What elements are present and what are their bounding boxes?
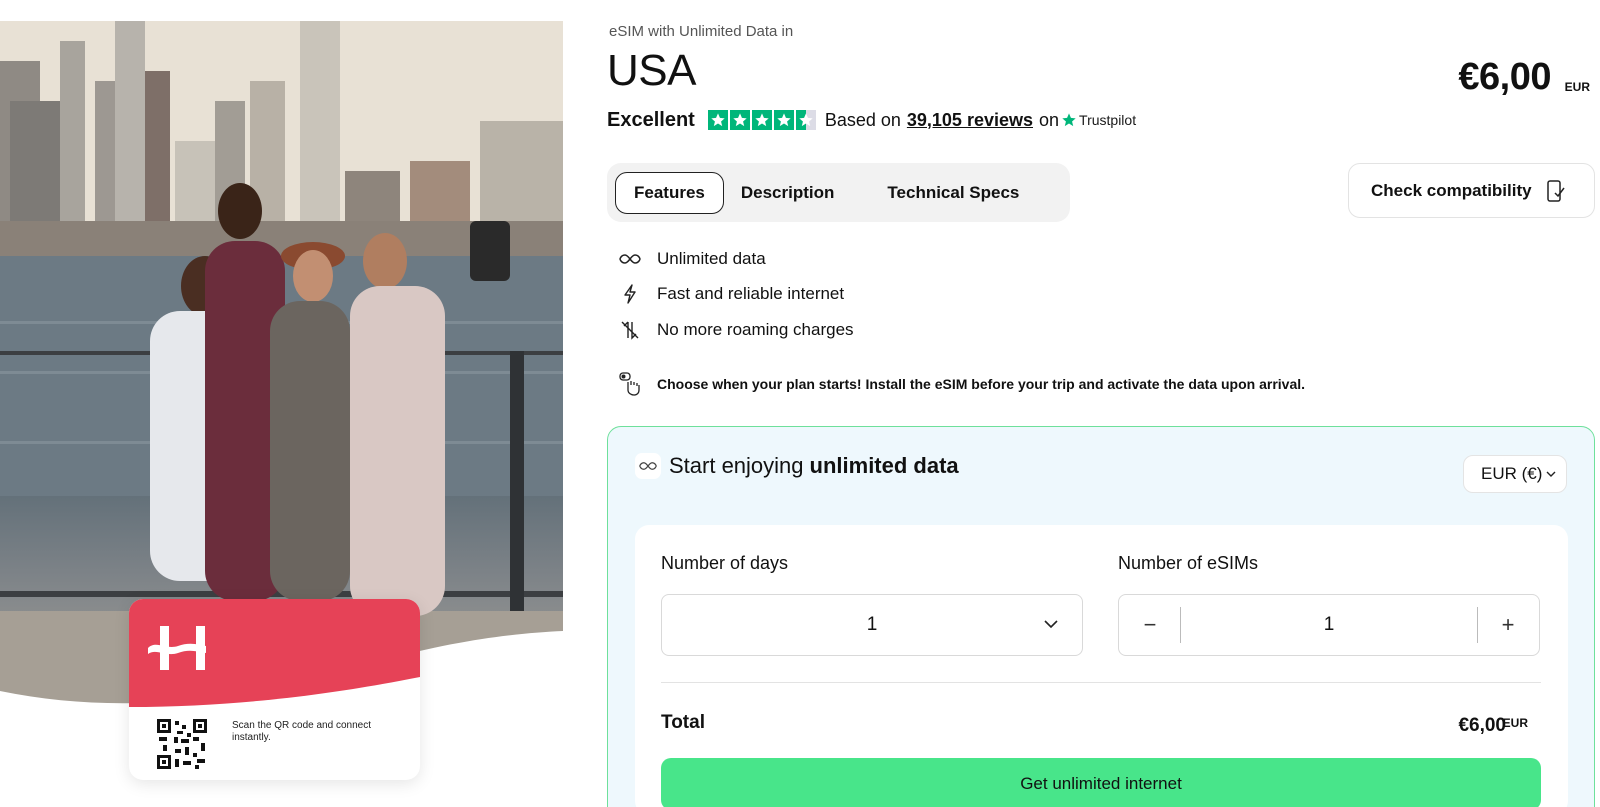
total-value: €6,00: [1458, 715, 1506, 736]
trustpilot-label: Trustpilot: [1079, 112, 1137, 128]
infinity-icon: [619, 253, 641, 264]
tab-features[interactable]: Features: [615, 171, 724, 214]
total-label: Total: [661, 712, 705, 733]
divider: [661, 682, 1541, 683]
star-icon: [773, 110, 794, 130]
price-currency: EUR: [1564, 80, 1590, 94]
star-icon: [707, 110, 728, 130]
product-tabs: Features Description Technical Specs: [607, 163, 1070, 222]
no-roaming-icon: [621, 321, 639, 340]
chevron-down-icon: [1044, 620, 1058, 629]
esims-stepper: − 1 +: [1118, 594, 1540, 656]
product-subtitle: eSIM with Unlimited Data in: [609, 23, 794, 40]
currency-select-value: EUR (€): [1481, 464, 1543, 483]
days-label: Number of days: [661, 553, 789, 573]
half-star-icon: [795, 110, 816, 130]
feature-item: No more roaming charges: [617, 312, 854, 348]
qr-instruction-text: Scan the QR code and connect instantly.: [232, 720, 371, 743]
star-icon: [751, 110, 772, 130]
total-currency: EUR: [1502, 716, 1528, 730]
tab-description[interactable]: Description: [741, 172, 835, 214]
currency-select[interactable]: EUR (€): [1463, 455, 1567, 493]
chevron-down-icon: [1546, 471, 1556, 477]
reviews-link[interactable]: 39,105 reviews: [907, 110, 1033, 131]
feature-label: Fast and reliable internet: [657, 284, 845, 304]
decrement-button[interactable]: −: [1119, 595, 1181, 655]
feature-label: No more roaming charges: [657, 319, 854, 339]
product-price: €6,00: [1458, 56, 1551, 98]
holafly-logo-icon: [148, 626, 206, 670]
rating-on: on: [1039, 109, 1060, 130]
purchase-heading-prefix: Start enjoying: [669, 453, 804, 478]
rating-label: Excellent: [607, 108, 695, 131]
tab-technical-specs[interactable]: Technical Specs: [887, 172, 1019, 214]
feature-list: Unlimited data Fast and reliable interne…: [617, 241, 854, 348]
infinity-icon: [639, 462, 657, 470]
esims-label: Number of eSIMs: [1118, 553, 1259, 573]
activation-notice: Choose when your plan starts! Install th…: [617, 372, 1305, 396]
days-select-value: 1: [866, 614, 878, 635]
lightning-icon: [624, 284, 636, 304]
increment-button[interactable]: +: [1477, 595, 1539, 655]
qr-code-icon: [157, 719, 207, 769]
plus-icon: +: [1501, 612, 1515, 637]
trustpilot-star-icon: [1062, 113, 1076, 127]
phone-check-icon: [1546, 179, 1565, 202]
hero-section: Scan the QR code and connect instantly.: [0, 21, 563, 780]
purchase-panel: Start enjoying unlimited data EUR (€) Nu…: [607, 426, 1595, 807]
hand-pointer-icon: [619, 372, 640, 396]
star-icon: [729, 110, 750, 130]
feature-item: Fast and reliable internet: [617, 277, 854, 313]
feature-label: Unlimited data: [657, 248, 766, 268]
esim-card: Scan the QR code and connect instantly.: [129, 599, 420, 780]
minus-icon: −: [1143, 612, 1157, 637]
purchase-heading: Start enjoying unlimited data: [635, 453, 959, 479]
days-select[interactable]: 1: [661, 594, 1083, 656]
get-unlimited-internet-button[interactable]: Get unlimited internet: [661, 758, 1541, 807]
activation-notice-text: Choose when your plan starts! Install th…: [657, 376, 1306, 392]
trustpilot-logo[interactable]: Trustpilot: [1061, 112, 1136, 128]
check-compatibility-label: Check compatibility: [1371, 180, 1532, 200]
rating-based-on: Based on: [824, 109, 901, 130]
feature-item: Unlimited data: [617, 241, 854, 277]
purchase-heading-bold: unlimited data: [809, 453, 959, 478]
trustpilot-rating: Excellent Based on 39,105 reviews on Tru…: [607, 107, 1136, 133]
rating-stars: [707, 110, 816, 130]
esims-value: 1: [1323, 614, 1335, 635]
page-title: USA: [607, 46, 696, 95]
check-compatibility-button[interactable]: Check compatibility: [1348, 163, 1595, 218]
purchase-form: Number of days Number of eSIMs 1 − 1 + T…: [635, 525, 1568, 807]
